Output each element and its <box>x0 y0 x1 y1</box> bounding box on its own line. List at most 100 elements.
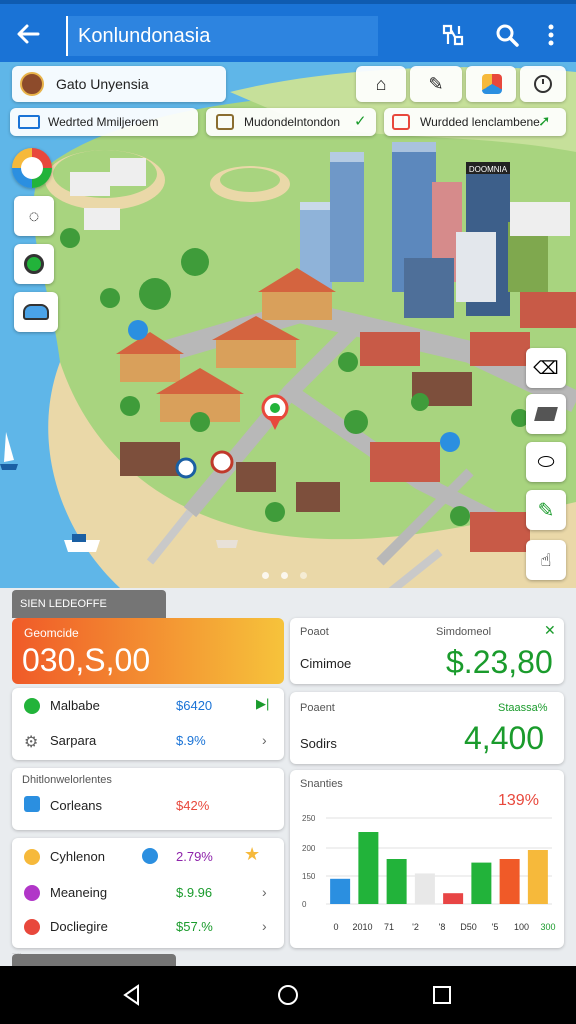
panel-header-tab[interactable]: SIEN LEDEOFFE <box>12 590 166 618</box>
map-illustration: DOOMNIA <box>0 67 576 588</box>
footer-tab[interactable]: THE CHPARSSIMIC <box>12 954 176 966</box>
x-tick-label: D50 <box>460 922 477 932</box>
list-card-1: Malbabe $6420 ▶| ⚙ Sarpara $.9% › <box>12 688 284 760</box>
page-dot[interactable] <box>281 572 288 579</box>
app-bar: Konlundonasia <box>0 0 576 62</box>
stack-tool[interactable] <box>14 292 58 332</box>
filter-chip-2[interactable]: Mudondelntondon ✓ <box>206 108 376 136</box>
stat-card-b-label: Sodirs <box>300 736 337 751</box>
list-item-name: Sarpara <box>50 733 97 748</box>
home-nav-icon[interactable] <box>276 983 300 1007</box>
close-icon[interactable]: ✕ <box>544 622 556 639</box>
chart-bar[interactable] <box>443 893 464 904</box>
chart-bar[interactable] <box>414 873 435 904</box>
list-item[interactable]: Cyhlenon 2.79% ★ <box>12 838 284 874</box>
filter-chip-3-icon <box>392 114 410 130</box>
filter-chip-2-icon <box>216 114 234 130</box>
list-card-2: Dhitlonwelorlentes Corleans $42% <box>12 768 284 830</box>
city-map[interactable]: DOOMNIA Gato Unyensia ⌂ ✎ Wedrted Mmilje… <box>0 62 576 588</box>
chart-bar[interactable] <box>499 859 520 904</box>
chevron-right-icon: › <box>262 884 267 900</box>
back-arrow-icon[interactable] <box>14 20 42 48</box>
list-card-3: Cyhlenon 2.79% ★ Meaneing $.9.96 › Docli… <box>12 838 284 948</box>
compass-tool[interactable] <box>12 148 52 188</box>
chart-bar[interactable] <box>527 850 548 904</box>
layers-icon <box>482 74 502 94</box>
stat-card-a-value: $.23,80 <box>446 644 553 680</box>
list-item[interactable]: Meaneing $.9.96 › <box>12 876 284 912</box>
layers-button[interactable] <box>466 66 516 102</box>
recents-nav-icon[interactable] <box>430 983 454 1007</box>
y-tick-label: 200 <box>302 844 316 853</box>
chart-bar[interactable] <box>330 878 351 904</box>
filter-chip-3[interactable]: Wurdded lenclambene ➚ <box>384 108 566 136</box>
measure-button[interactable]: ✎ <box>410 66 462 102</box>
stat-card-b[interactable]: Poaent Staassa% Sodirs 4,400 <box>290 692 564 764</box>
share-icon[interactable] <box>440 22 466 48</box>
list-item-name: Meaneing <box>50 885 108 900</box>
shape-tool[interactable] <box>526 394 566 434</box>
list-item[interactable]: Docliegire $57.% › <box>12 910 284 946</box>
app-title: Konlundonasia <box>66 16 378 56</box>
chart-bar[interactable] <box>386 859 407 904</box>
more-vert-icon[interactable] <box>538 22 564 48</box>
y-tick-label: 250 <box>302 814 316 823</box>
location-name: Gato Unyensia <box>56 76 149 92</box>
filter-chip-1-label: Wedrted Mmiljeroem <box>48 115 159 129</box>
balance-value: 030,S,00 <box>22 642 151 678</box>
y-tick-label: 150 <box>302 872 316 881</box>
stat-card-a[interactable]: Poaot Simdomeol ✕ Cimimoe $.23,80 <box>290 618 564 684</box>
x-tick-label: 71 <box>384 922 394 932</box>
list-item[interactable]: Malbabe $6420 ▶| <box>12 688 284 724</box>
page-dot[interactable] <box>300 572 307 579</box>
arrow-icon: ➚ <box>538 113 551 130</box>
balance-card[interactable]: Geomcide 030,S,00 <box>12 618 284 684</box>
eraser-icon: ⌫ <box>533 357 559 378</box>
draw-tool[interactable]: ◌ <box>14 196 54 236</box>
list-item[interactable]: ⚙ Sarpara $.9% › <box>12 724 284 760</box>
gesture-tool[interactable]: ☝ <box>526 540 566 580</box>
shape-icon <box>534 407 558 421</box>
x-tick-label: '5 <box>492 922 499 932</box>
list-item-value: $6420 <box>176 698 213 713</box>
filter-chip-3-label: Wurdded lenclambene <box>420 115 540 129</box>
page-dot[interactable] <box>262 572 269 579</box>
avatar <box>20 72 44 96</box>
clock-button[interactable] <box>520 66 566 102</box>
folder-icon <box>24 796 40 812</box>
chart-bar[interactable] <box>358 832 379 904</box>
stat-card-a-col1: Poaot <box>300 626 329 638</box>
x-tick-label: 300 <box>540 922 555 932</box>
list-item-value: $42% <box>176 798 210 813</box>
globe-tool[interactable] <box>14 244 54 284</box>
chevron-right-icon: › <box>262 732 267 748</box>
leaf-icon <box>24 698 40 714</box>
dot-yellow-icon <box>24 849 40 865</box>
list-item-value: 2.79% <box>176 849 213 864</box>
filter-chip-1[interactable]: Wedrted Mmiljeroem <box>10 108 198 136</box>
chart-bar[interactable] <box>471 862 492 904</box>
x-tick-label: '2 <box>412 922 419 932</box>
eraser-tool[interactable]: ⌫ <box>526 348 566 388</box>
gear-icon: ⚙ <box>24 734 39 751</box>
stat-card-a-label: Cimimoe <box>300 656 352 671</box>
stat-card-b-col1: Poaent <box>300 702 335 714</box>
pencil-tool[interactable]: ✎ <box>526 490 566 530</box>
search-icon[interactable] <box>494 22 520 48</box>
chart-card[interactable]: Snanties 139% 250 200 150 0 0 2010 71'2'8 D50'5… <box>290 770 564 948</box>
location-chip[interactable]: Gato Unyensia <box>12 66 226 102</box>
stats-panel: SIEN LEDEOFFE Geomcide 030,S,00 Poaot Si… <box>0 588 576 966</box>
binoculars-button[interactable]: ⌂ <box>356 66 406 102</box>
filter-chip-1-icon <box>18 115 40 129</box>
list-item-value: $57.% <box>176 919 213 934</box>
lasso-tool[interactable]: ⬭ <box>526 442 566 482</box>
hand-icon: ☝ <box>540 549 552 570</box>
list-item-name: Corleans <box>50 798 103 813</box>
list-item[interactable]: Corleans $42% <box>12 792 284 828</box>
chevron-right-icon: › <box>262 918 267 934</box>
stack-icon <box>23 304 49 320</box>
system-nav-bar <box>0 966 576 1024</box>
x-tick-label: 2010 <box>352 922 372 932</box>
star-icon[interactable]: ★ <box>244 844 260 865</box>
back-nav-icon[interactable] <box>120 983 144 1007</box>
